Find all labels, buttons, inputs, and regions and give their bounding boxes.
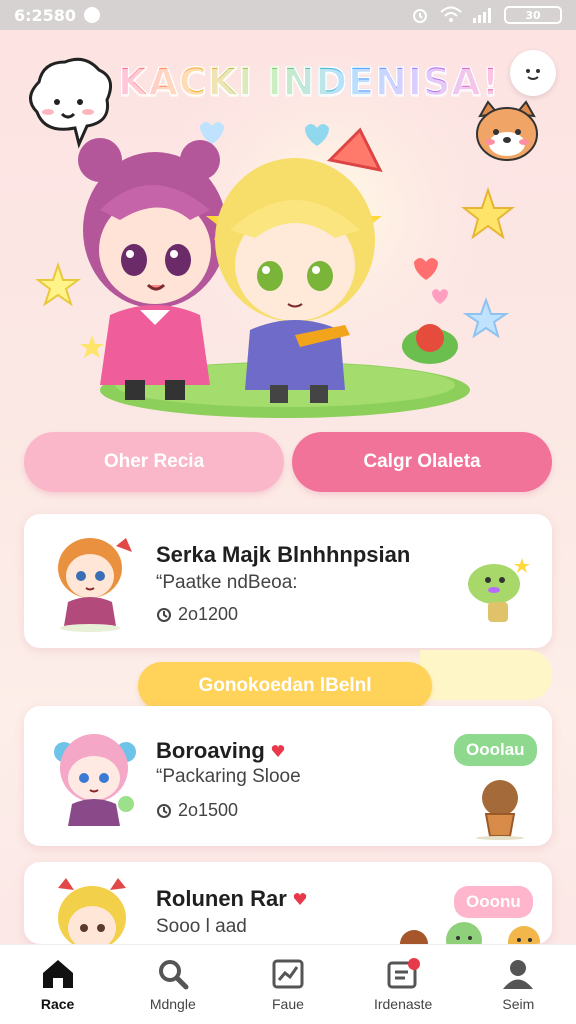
nav-chart[interactable]: Faue — [238, 958, 338, 1012]
app-title: KACKI INDENISA! — [117, 59, 501, 105]
status-right: 30 — [410, 5, 562, 25]
time-icon — [157, 803, 171, 818]
notification-icon — [387, 957, 421, 988]
dog-mascot-icon — [476, 100, 538, 161]
banner-trail — [420, 650, 552, 700]
chart-icon — [272, 959, 304, 988]
nav-label: Irdenaste — [373, 995, 433, 1012]
nav-label: Faue — [272, 995, 304, 1012]
nav-notifications[interactable]: Irdenaste — [353, 957, 453, 1012]
battery-icon: 30 — [504, 6, 562, 24]
search-icon — [158, 959, 189, 989]
smiley-icon — [526, 69, 540, 80]
card-title: Boroaving — [156, 738, 265, 763]
card-title: Serka Majk Blnhhnpsian — [156, 542, 411, 567]
status-tag[interactable]: Ooolau — [454, 734, 537, 766]
card-subtitle: Sooo l aad — [156, 916, 247, 937]
card-meta: 2ο1500 — [156, 800, 238, 821]
signal-icon — [473, 8, 491, 23]
home-icon — [42, 959, 73, 988]
card-meta: 2ο1200 — [156, 604, 238, 625]
status-bar: 6:2580 30 — [0, 0, 576, 30]
alarm-icon — [413, 9, 427, 23]
card-avatar-boy-icon — [58, 538, 132, 632]
section-banner: Gonokoedan lBelnl — [138, 662, 432, 710]
card-meta-value: 2ο1200 — [178, 604, 239, 624]
other-recipes-button[interactable]: Oher Recia — [24, 432, 284, 492]
card-subtitle: “Paatke ndBeoa: — [156, 572, 298, 593]
list-card[interactable]: Serka Majk Blnhhnpsian “Paatke ndBeoa: 2… — [24, 514, 552, 648]
clock: 6:2580 — [14, 5, 77, 25]
card-title-row: Boroaving — [156, 738, 285, 764]
card-meta-value: 2ο1500 — [178, 800, 239, 820]
card-subtitle: “Packaring Slooe — [156, 766, 301, 787]
list-card[interactable]: Rolunen Rar Sooo l aad Ooonu — [24, 862, 552, 944]
nav-label: Race — [40, 995, 75, 1012]
status-left: 6:2580 — [14, 5, 101, 25]
bottom-navigation: Race Mdngle Faue Irdenaste Seim — [0, 944, 576, 1024]
hero-characters-illustration — [78, 127, 383, 403]
menu-button[interactable] — [510, 50, 556, 96]
battery-level: 30 — [525, 8, 541, 22]
nav-profile[interactable]: Seim — [468, 958, 568, 1012]
action-buttons: Oher Recia Calgr Olaleta — [24, 432, 552, 492]
veggie-friends-icon — [400, 922, 540, 944]
nav-search[interactable]: Mdngle — [123, 958, 223, 1012]
card-avatar-girl-icon — [54, 734, 136, 826]
heart-icon — [293, 893, 306, 905]
time-icon — [157, 607, 171, 622]
card-title-row: Rolunen Rar — [156, 886, 307, 912]
list-card[interactable]: Boroaving “Packaring Slooe 2ο1500 Ooolau — [24, 706, 552, 846]
profile-icon — [503, 959, 534, 989]
heart-icon — [271, 745, 284, 757]
card-avatar-blonde-icon — [58, 878, 126, 944]
categories-button[interactable]: Calgr Olaleta — [292, 432, 552, 492]
cactus-mascot-icon — [468, 558, 530, 622]
nav-label: Mdngle — [149, 995, 196, 1012]
nav-label: Seim — [502, 995, 535, 1012]
potted-plant-icon — [476, 780, 524, 840]
notification-dot-icon — [84, 7, 101, 23]
nav-home[interactable]: Race — [8, 958, 108, 1012]
card-title: Rolunen Rar — [156, 886, 287, 911]
wifi-icon — [440, 6, 462, 22]
hero-banner: KACKI INDENISA! — [0, 30, 576, 430]
